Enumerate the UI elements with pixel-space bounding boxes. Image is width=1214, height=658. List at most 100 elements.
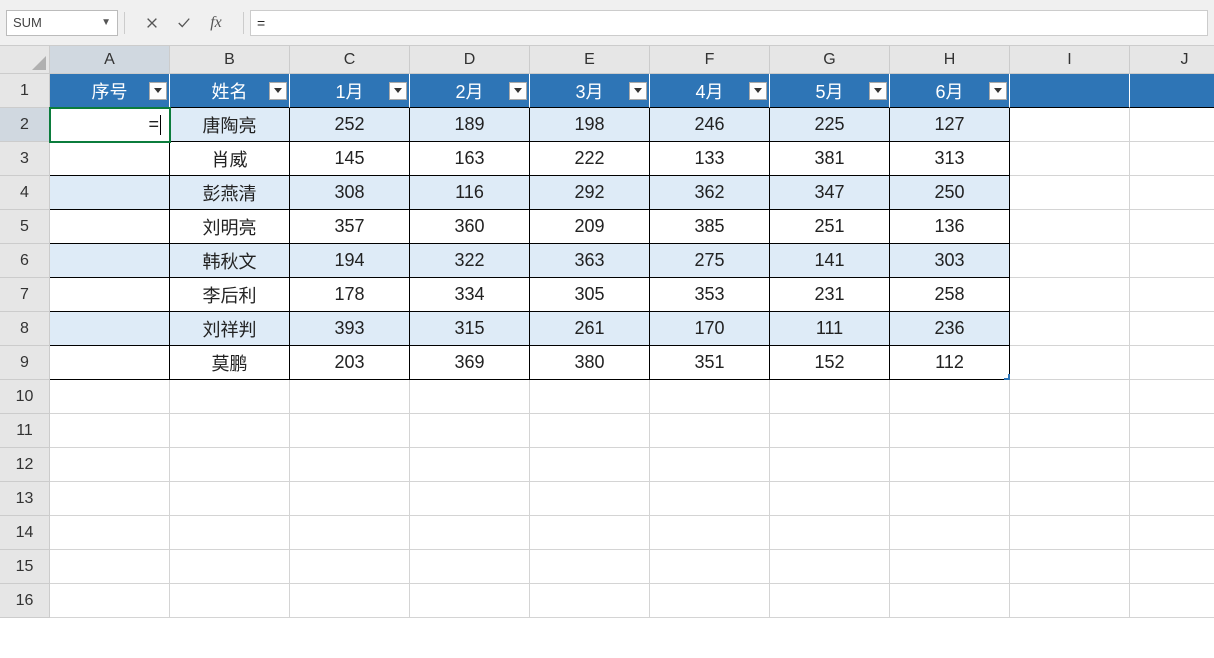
- cell-d13[interactable]: [410, 482, 530, 516]
- row-header-13[interactable]: 13: [0, 482, 50, 516]
- cell-e9[interactable]: 380: [530, 346, 650, 380]
- select-all-corner[interactable]: [0, 46, 50, 74]
- cell-g4[interactable]: 347: [770, 176, 890, 210]
- cell-f2[interactable]: 246: [650, 108, 770, 142]
- cell-g10[interactable]: [770, 380, 890, 414]
- cell-i2[interactable]: [1010, 108, 1130, 142]
- cell-j11[interactable]: [1130, 414, 1214, 448]
- cell-b15[interactable]: [170, 550, 290, 584]
- cell-f4[interactable]: 362: [650, 176, 770, 210]
- cell-b9[interactable]: 莫鹏: [170, 346, 290, 380]
- cell-e12[interactable]: [530, 448, 650, 482]
- cell-c3[interactable]: 145: [290, 142, 410, 176]
- cell-d10[interactable]: [410, 380, 530, 414]
- cell-h14[interactable]: [890, 516, 1010, 550]
- cell-g15[interactable]: [770, 550, 890, 584]
- chevron-down-icon[interactable]: ▼: [101, 17, 111, 28]
- cell-f5[interactable]: 385: [650, 210, 770, 244]
- cell-c8[interactable]: 393: [290, 312, 410, 346]
- column-header-g[interactable]: G: [770, 46, 890, 74]
- cell-e4[interactable]: 292: [530, 176, 650, 210]
- cell-f7[interactable]: 353: [650, 278, 770, 312]
- cell-h11[interactable]: [890, 414, 1010, 448]
- cell-f10[interactable]: [650, 380, 770, 414]
- cell-b8[interactable]: 刘祥判: [170, 312, 290, 346]
- cell-h5[interactable]: 136: [890, 210, 1010, 244]
- cell-b4[interactable]: 彭燕清: [170, 176, 290, 210]
- cell-h8[interactable]: 236: [890, 312, 1010, 346]
- column-header-a[interactable]: A: [50, 46, 170, 74]
- column-header-j[interactable]: J: [1130, 46, 1214, 74]
- cell-i13[interactable]: [1010, 482, 1130, 516]
- cell-c7[interactable]: 178: [290, 278, 410, 312]
- cell-g2[interactable]: 225: [770, 108, 890, 142]
- cell-f9[interactable]: 351: [650, 346, 770, 380]
- cancel-icon[interactable]: [141, 12, 163, 34]
- cell-h12[interactable]: [890, 448, 1010, 482]
- cell-d4[interactable]: 116: [410, 176, 530, 210]
- cell-h16[interactable]: [890, 584, 1010, 618]
- cell-a5[interactable]: [50, 210, 170, 244]
- row-header-5[interactable]: 5: [0, 210, 50, 244]
- cell-d16[interactable]: [410, 584, 530, 618]
- cell-b7[interactable]: 李后利: [170, 278, 290, 312]
- cell-c4[interactable]: 308: [290, 176, 410, 210]
- cell-f12[interactable]: [650, 448, 770, 482]
- cell-a14[interactable]: [50, 516, 170, 550]
- cell-a2[interactable]: =: [50, 108, 170, 142]
- cell-d5[interactable]: 360: [410, 210, 530, 244]
- cell-b13[interactable]: [170, 482, 290, 516]
- cell-i11[interactable]: [1010, 414, 1130, 448]
- cell-f14[interactable]: [650, 516, 770, 550]
- cell-i7[interactable]: [1010, 278, 1130, 312]
- cell-j5[interactable]: [1130, 210, 1214, 244]
- filter-dropdown-icon[interactable]: [989, 82, 1007, 100]
- cell-c12[interactable]: [290, 448, 410, 482]
- formula-input[interactable]: =: [250, 10, 1208, 36]
- cell-e14[interactable]: [530, 516, 650, 550]
- cell-g6[interactable]: 141: [770, 244, 890, 278]
- cell-j8[interactable]: [1130, 312, 1214, 346]
- cell-e13[interactable]: [530, 482, 650, 516]
- cell-g8[interactable]: 111: [770, 312, 890, 346]
- cell-c15[interactable]: [290, 550, 410, 584]
- cell-j7[interactable]: [1130, 278, 1214, 312]
- cell-e7[interactable]: 305: [530, 278, 650, 312]
- cell-a8[interactable]: [50, 312, 170, 346]
- cell-a7[interactable]: [50, 278, 170, 312]
- cell-a9[interactable]: [50, 346, 170, 380]
- cell-d6[interactable]: 322: [410, 244, 530, 278]
- cell-j13[interactable]: [1130, 482, 1214, 516]
- cell-f11[interactable]: [650, 414, 770, 448]
- cell-c16[interactable]: [290, 584, 410, 618]
- cell-b14[interactable]: [170, 516, 290, 550]
- cell-b5[interactable]: 刘明亮: [170, 210, 290, 244]
- cell-b2[interactable]: 唐陶亮: [170, 108, 290, 142]
- cell-f1[interactable]: 4月: [650, 74, 770, 108]
- column-header-b[interactable]: B: [170, 46, 290, 74]
- row-header-3[interactable]: 3: [0, 142, 50, 176]
- column-header-e[interactable]: E: [530, 46, 650, 74]
- cell-i8[interactable]: [1010, 312, 1130, 346]
- cell-e8[interactable]: 261: [530, 312, 650, 346]
- row-header-6[interactable]: 6: [0, 244, 50, 278]
- cell-b10[interactable]: [170, 380, 290, 414]
- cell-a10[interactable]: [50, 380, 170, 414]
- cell-f6[interactable]: 275: [650, 244, 770, 278]
- cell-h9[interactable]: 112: [890, 346, 1010, 380]
- cell-b6[interactable]: 韩秋文: [170, 244, 290, 278]
- cell-g5[interactable]: 251: [770, 210, 890, 244]
- cell-h10[interactable]: [890, 380, 1010, 414]
- cell-i6[interactable]: [1010, 244, 1130, 278]
- cell-e6[interactable]: 363: [530, 244, 650, 278]
- cell-a16[interactable]: [50, 584, 170, 618]
- confirm-icon[interactable]: [173, 12, 195, 34]
- cell-b3[interactable]: 肖威: [170, 142, 290, 176]
- filter-dropdown-icon[interactable]: [149, 82, 167, 100]
- cell-g14[interactable]: [770, 516, 890, 550]
- cells-area[interactable]: 序号姓名1月2月3月4月5月6月=唐陶亮252189198246225127肖威…: [50, 74, 1214, 618]
- cell-d7[interactable]: 334: [410, 278, 530, 312]
- filter-dropdown-icon[interactable]: [629, 82, 647, 100]
- column-header-i[interactable]: I: [1010, 46, 1130, 74]
- cell-j4[interactable]: [1130, 176, 1214, 210]
